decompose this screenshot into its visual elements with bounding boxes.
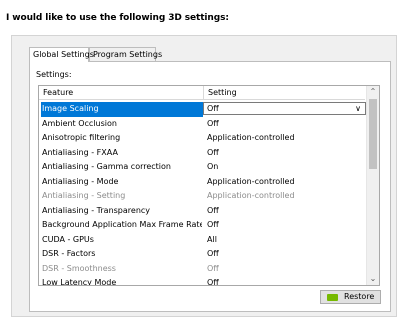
feature-cell: CUDA - GPUs: [42, 234, 94, 244]
table-row[interactable]: Antialiasing - Setting Application-contro…: [40, 189, 366, 204]
table-row[interactable]: Anisotropic filtering Application-control…: [40, 131, 366, 146]
table-row[interactable]: DSR - Smoothness Off: [40, 262, 366, 277]
table-row[interactable]: Image Scaling Off ∨: [40, 102, 366, 117]
feature-cell: Ambient Occlusion: [42, 118, 117, 128]
feature-cell: Antialiasing - Mode: [42, 176, 119, 186]
setting-cell: Application-controlled: [207, 133, 295, 142]
setting-cell: Application-controlled: [207, 191, 295, 200]
scroll-up-icon[interactable]: ⌃: [367, 86, 379, 98]
setting-cell: Off: [207, 263, 219, 273]
feature-cell: DSR - Factors: [42, 249, 96, 258]
setting-cell: Off: [207, 249, 219, 258]
vertical-scrollbar[interactable]: ⌃ ⌄: [366, 86, 379, 285]
setting-cell: On: [207, 162, 219, 171]
table-row[interactable]: DSR - Factors Off: [40, 247, 366, 262]
table-row[interactable]: CUDA - GPUs All: [40, 233, 366, 248]
feature-cell: Background Application Max Frame Rate: [42, 220, 202, 229]
table-row[interactable]: Antialiasing - Transparency Off: [40, 204, 366, 219]
feature-cell: DSR - Smoothness: [42, 263, 116, 273]
feature-cell: Antialiasing - Gamma correction: [42, 162, 171, 171]
nvidia-logo-icon: [327, 294, 338, 301]
setting-cell: Off: [207, 147, 219, 157]
scrollbar-thumb[interactable]: [369, 99, 377, 169]
setting-cell: Off: [207, 118, 219, 128]
setting-cell: Off: [207, 205, 219, 215]
settings-label: Settings:: [36, 70, 72, 79]
tab-global-settings[interactable]: Global Settings: [29, 47, 94, 62]
table-row[interactable]: Antialiasing - Gamma correction On: [40, 160, 366, 175]
feature-cell: Image Scaling: [41, 102, 203, 117]
table-row[interactable]: Antialiasing - FXAA Off: [40, 146, 366, 161]
page-heading: I would like to use the following 3D set…: [6, 13, 229, 23]
feature-cell: Anisotropic filtering: [42, 133, 121, 142]
setting-cell: Application-controlled: [207, 176, 295, 186]
table-header: Feature Setting: [39, 86, 365, 100]
feature-cell: Antialiasing - Transparency: [42, 205, 151, 215]
table-row[interactable]: Low Latency Mode Off: [40, 276, 366, 286]
column-header-feature[interactable]: Feature: [39, 86, 204, 100]
table-row[interactable]: Antialiasing - Mode Application-controlle…: [40, 175, 366, 190]
setting-cell: All: [207, 234, 217, 244]
setting-dropdown[interactable]: Off ∨: [203, 102, 366, 115]
scroll-down-icon[interactable]: ⌄: [367, 273, 379, 285]
table-row[interactable]: Background Application Max Frame Rate Off: [40, 218, 366, 233]
settings-table: Feature Setting Image Scaling Off ∨ Ambient…: [38, 85, 380, 286]
feature-cell: Low Latency Mode: [42, 278, 117, 286]
restore-button[interactable]: Restore: [320, 290, 381, 304]
feature-cell: Antialiasing - Setting: [42, 191, 126, 200]
column-header-setting[interactable]: Setting: [204, 86, 237, 100]
tab-program-settings[interactable]: Program Settings: [89, 47, 162, 61]
restore-button-label: Restore: [344, 292, 375, 301]
chevron-down-icon[interactable]: ∨: [355, 103, 361, 115]
setting-value: Off: [207, 104, 219, 113]
setting-cell: Off: [207, 220, 219, 229]
feature-cell: Antialiasing - FXAA: [42, 147, 118, 157]
table-rows: Image Scaling Off ∨ Ambient Occlusion Off Ani…: [40, 102, 366, 286]
setting-cell: Off: [207, 278, 219, 286]
table-row[interactable]: Ambient Occlusion Off: [40, 117, 366, 132]
